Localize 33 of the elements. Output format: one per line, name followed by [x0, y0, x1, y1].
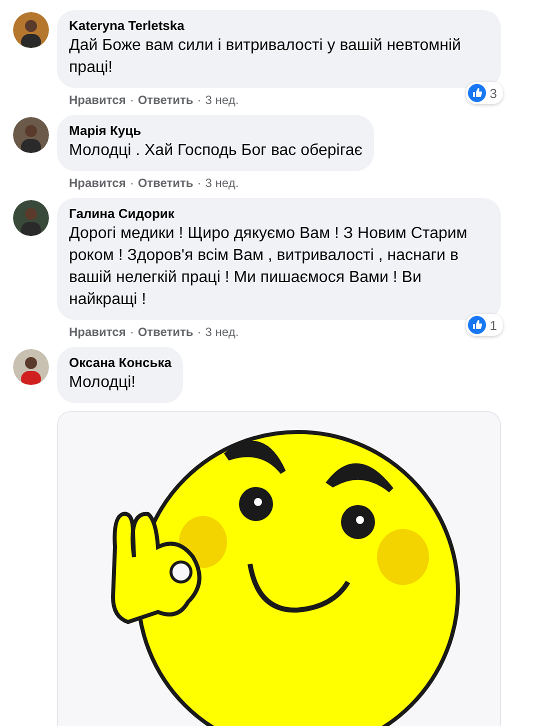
avatar[interactable] — [13, 200, 49, 236]
reaction-count: 3 — [490, 86, 497, 100]
comment-text: Молодці! — [69, 373, 137, 393]
like-icon — [468, 316, 486, 334]
author-name[interactable]: Марія Куць — [69, 123, 362, 138]
author-name[interactable]: Kateryna Terletska — [69, 18, 489, 33]
action-link[interactable]: Нравится — [69, 325, 126, 339]
reaction-badge[interactable]: 3 — [466, 82, 503, 104]
like-icon — [468, 84, 486, 102]
timestamp[interactable]: 3 нед. — [205, 176, 239, 190]
action-link[interactable]: Ответить — [138, 176, 194, 190]
action-link[interactable]: Нравится — [69, 176, 126, 190]
avatar[interactable] — [13, 349, 49, 385]
comment-text: Дай Боже вам сили і витривалості у вашій невтомній праці! — [69, 36, 462, 78]
comment-text: Молодці . Хай Господь Бог вас оберігає — [69, 141, 362, 161]
separator-dot: · — [130, 93, 134, 107]
separator-dot: · — [197, 176, 202, 190]
action-link[interactable]: Нравится — [69, 93, 126, 107]
reaction-badge[interactable]: 1 — [466, 314, 503, 336]
separator-dot: · — [130, 325, 134, 339]
timestamp[interactable]: 3 нед. — [205, 325, 239, 339]
separator-dot: · — [130, 176, 134, 190]
author-name[interactable]: Оксана Конська — [69, 355, 172, 370]
avatar[interactable] — [13, 12, 49, 48]
action-link[interactable]: Ответить — [138, 93, 194, 107]
author-name[interactable]: Галина Сидорик — [69, 206, 489, 221]
reaction-count: 1 — [490, 318, 497, 332]
avatar[interactable] — [13, 117, 49, 153]
action-link[interactable]: Ответить — [138, 325, 194, 339]
separator-dot: · — [197, 93, 202, 107]
comment-text: Дорогі медики ! Щиро дякуємо Вам ! З Новим Старим роком ! Здоров'я всім Вам , витривалості , наснаги в вашій нелегкій праці ! Ми пишаємося Вами ! Ви найкращі ! — [69, 224, 468, 310]
separator-dot: · — [197, 325, 202, 339]
timestamp[interactable]: 3 нед. — [205, 93, 239, 107]
